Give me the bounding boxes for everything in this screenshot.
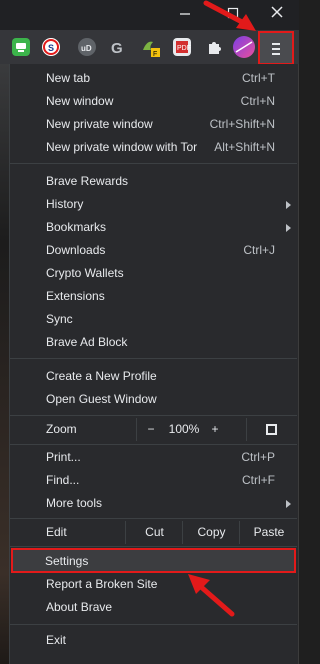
svg-text:G: G bbox=[111, 40, 123, 56]
menu-item-brave-ad-block[interactable]: Brave Ad Block bbox=[10, 331, 297, 354]
menu-item-create-profile[interactable]: Create a New Profile bbox=[10, 365, 297, 388]
close-icon[interactable] bbox=[262, 4, 292, 26]
cut-button[interactable]: Cut bbox=[125, 521, 183, 544]
menu-separator bbox=[10, 518, 297, 519]
menu-item-downloads[interactable]: Downloads Ctrl+J bbox=[10, 239, 297, 262]
menu-separator bbox=[10, 163, 297, 164]
paste-button[interactable]: Paste bbox=[239, 521, 298, 544]
menu-item-history[interactable]: History bbox=[10, 193, 297, 216]
menu-item-bookmarks[interactable]: Bookmarks bbox=[10, 216, 297, 239]
menu-separator bbox=[10, 415, 297, 416]
submenu-arrow-icon bbox=[286, 500, 291, 508]
profile-avatar-icon[interactable] bbox=[233, 36, 255, 58]
menu-separator bbox=[10, 358, 297, 359]
menu-item-sync[interactable]: Sync bbox=[10, 308, 297, 331]
submenu-arrow-icon bbox=[286, 201, 291, 209]
extension-green-icon[interactable] bbox=[12, 38, 30, 56]
browser-menu: New tab Ctrl+T New window Ctrl+N New pri… bbox=[9, 64, 298, 664]
menu-item-extensions[interactable]: Extensions bbox=[10, 285, 297, 308]
page-background bbox=[0, 64, 9, 664]
menu-row-zoom: Zoom − 100% + bbox=[10, 418, 297, 441]
svg-text:S: S bbox=[48, 43, 54, 53]
page-background-edge bbox=[298, 64, 299, 664]
annotation-arrow-top bbox=[203, 0, 256, 31]
submenu-arrow-icon bbox=[286, 224, 291, 232]
menu-item-print[interactable]: Print... Ctrl+P bbox=[10, 446, 297, 469]
menu-item-new-window[interactable]: New window Ctrl+N bbox=[10, 90, 297, 113]
menu-item-more-tools[interactable]: More tools bbox=[10, 492, 297, 515]
fullscreen-icon bbox=[266, 424, 277, 435]
extension-grammarly-icon[interactable]: G bbox=[109, 38, 127, 57]
menu-item-brave-rewards[interactable]: Brave Rewards bbox=[10, 170, 297, 193]
menu-item-exit[interactable]: Exit bbox=[10, 629, 297, 652]
annotation-arrow-settings bbox=[188, 574, 235, 617]
menu-row-edit: Edit Cut Copy Paste bbox=[10, 521, 297, 544]
menu-item-about-brave[interactable]: About Brave bbox=[10, 596, 297, 619]
zoom-level: 100% bbox=[168, 422, 200, 436]
menu-item-find[interactable]: Find... Ctrl+F bbox=[10, 469, 297, 492]
menu-item-settings-overlay[interactable]: Settings bbox=[9, 550, 296, 573]
extension-pdf-icon[interactable]: PDF bbox=[173, 38, 191, 56]
menu-separator bbox=[10, 546, 297, 547]
extensions-puzzle-icon[interactable] bbox=[205, 38, 223, 56]
svg-text:PDF: PDF bbox=[177, 45, 191, 52]
extension-ublock-icon[interactable]: uD bbox=[78, 38, 96, 56]
copy-button[interactable]: Copy bbox=[182, 521, 240, 544]
menu-item-guest-window[interactable]: Open Guest Window bbox=[10, 388, 297, 411]
menu-separator bbox=[10, 624, 297, 625]
minimize-icon[interactable] bbox=[170, 4, 200, 26]
menu-item-new-private-window[interactable]: New private window Ctrl+Shift+N bbox=[10, 113, 297, 136]
menu-item-crypto-wallets[interactable]: Crypto Wallets bbox=[10, 262, 297, 285]
svg-text:uD: uD bbox=[81, 44, 92, 53]
fullscreen-button[interactable] bbox=[246, 418, 297, 441]
extension-sync-icon[interactable]: S bbox=[42, 38, 60, 56]
svg-text:F: F bbox=[153, 51, 157, 58]
menu-item-new-tab[interactable]: New tab Ctrl+T bbox=[10, 67, 297, 90]
hamburger-menu-icon[interactable] bbox=[258, 31, 294, 65]
menu-separator bbox=[10, 444, 297, 445]
zoom-in-button[interactable]: + bbox=[204, 418, 226, 441]
menu-item-report-broken-site[interactable]: Report a Broken Site bbox=[10, 573, 297, 596]
extension-vpn-icon[interactable]: F bbox=[141, 38, 160, 58]
menu-item-new-private-window-tor[interactable]: New private window with Tor Alt+Shift+N bbox=[10, 136, 297, 159]
zoom-out-button[interactable]: − bbox=[136, 418, 165, 441]
